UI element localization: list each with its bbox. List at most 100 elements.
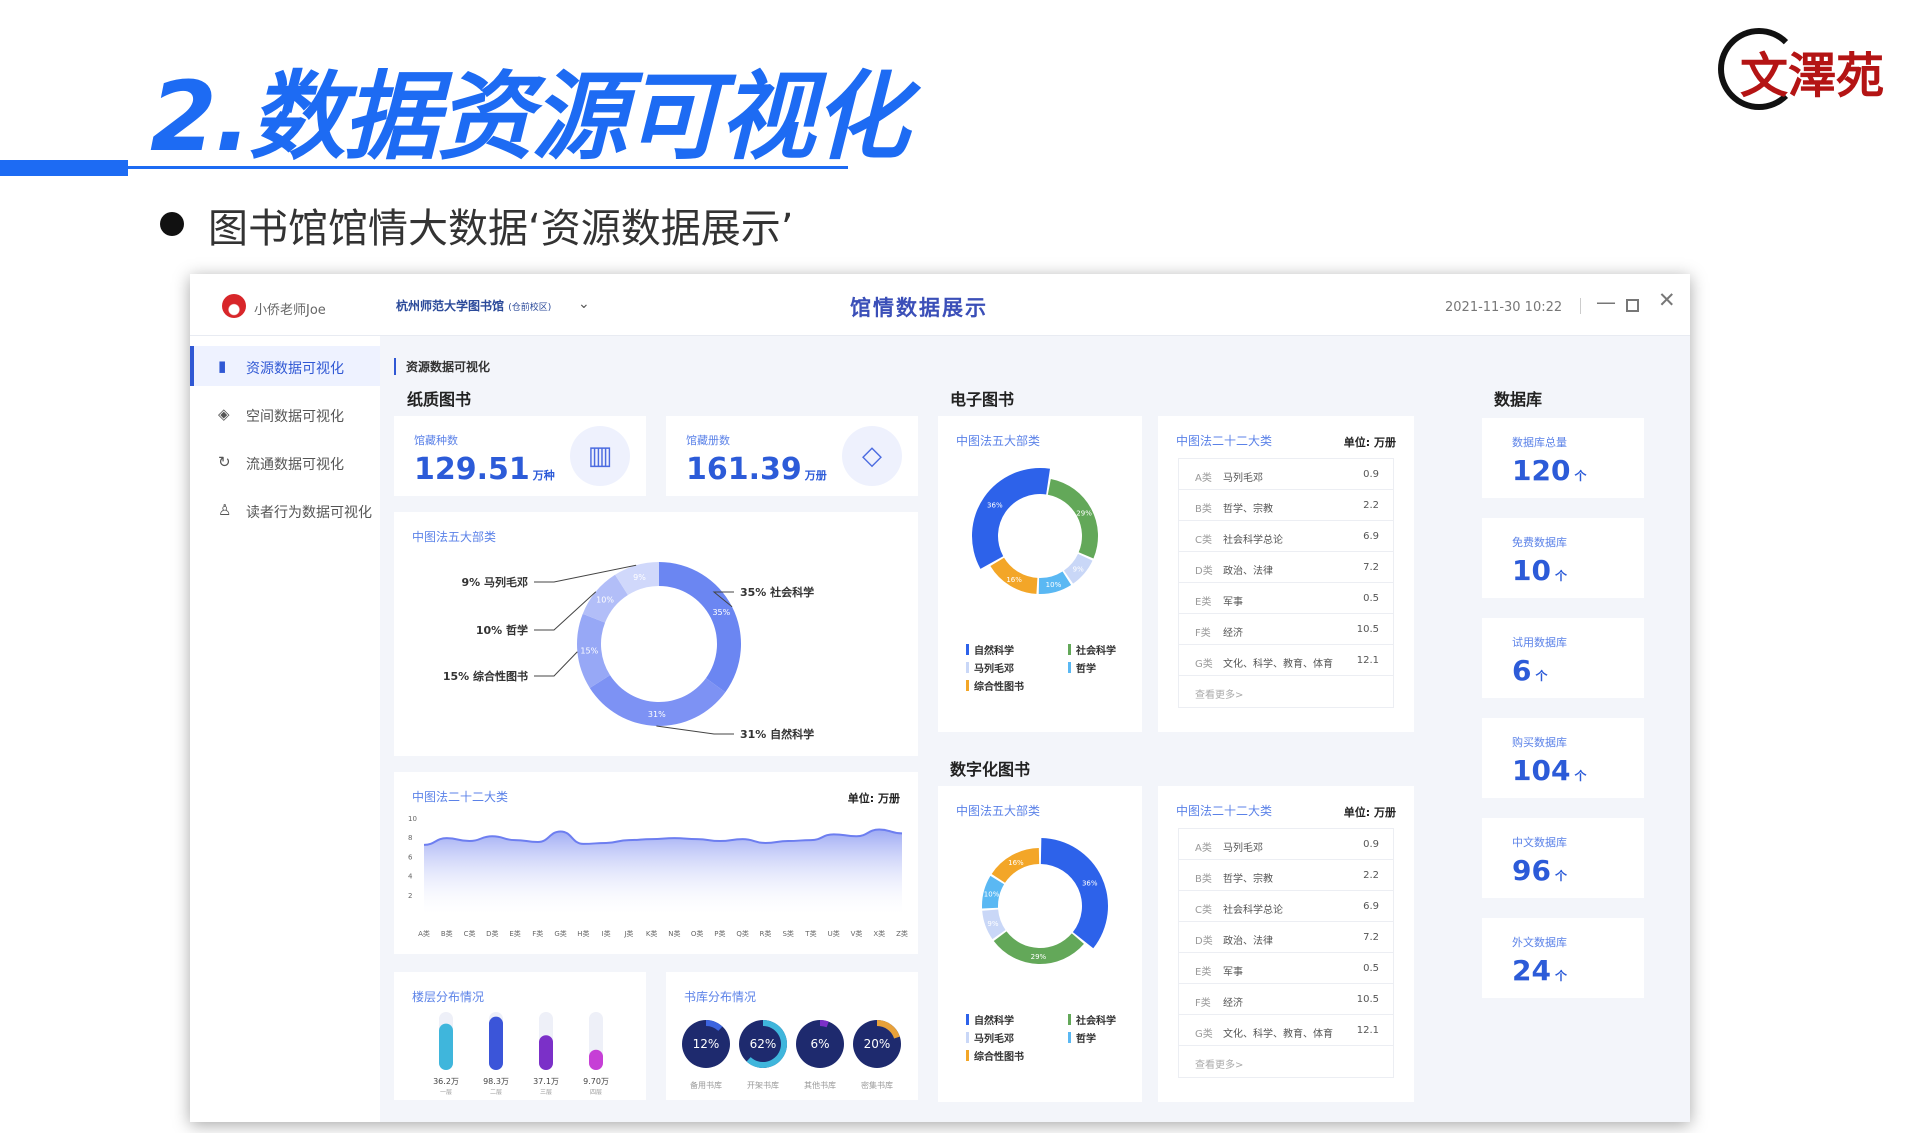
class-code: G类 bbox=[1195, 1029, 1213, 1040]
maximize-icon[interactable] bbox=[1626, 299, 1639, 312]
slice-label: 29% bbox=[1031, 953, 1047, 961]
stat-unit: 万册 bbox=[804, 469, 827, 482]
class-name: 哲学、宗教 bbox=[1223, 504, 1273, 515]
donut-slice[interactable] bbox=[972, 468, 1050, 569]
chevron-down-icon[interactable]: ⌄ bbox=[578, 296, 590, 312]
slice-label: 35% bbox=[712, 608, 730, 617]
floor-bar-chart: 36.2万一层 98.3万二层 37.1万三层 9.70万四层 bbox=[433, 1012, 609, 1096]
table-row: D类 政治、法律 7.2 bbox=[1179, 552, 1393, 583]
database-stat-number: 10 bbox=[1512, 554, 1551, 587]
title-underline bbox=[128, 166, 848, 169]
sidebar-item-label: 资源数据可视化 bbox=[246, 361, 344, 377]
section-title-database: 数据库 bbox=[1494, 390, 1543, 409]
legend-item: 马列毛邓 bbox=[966, 660, 1014, 675]
slice-label: 36% bbox=[1082, 880, 1098, 888]
view-more-link[interactable]: 查看更多> bbox=[1179, 1046, 1393, 1077]
database-stat-card[interactable]: 试用数据库 6个 bbox=[1482, 618, 1644, 698]
slice-callout: 10% 哲学 bbox=[476, 623, 528, 637]
donut-slice[interactable] bbox=[1047, 479, 1098, 559]
minimize-icon[interactable]: — bbox=[1596, 290, 1616, 314]
library-select[interactable]: 杭州师范大学图书馆 (仓前校区) bbox=[396, 297, 551, 314]
table-row: F类 经济 10.5 bbox=[1179, 984, 1393, 1015]
database-stat-card[interactable]: 购买数据库 104 个 bbox=[1482, 718, 1644, 798]
user-name[interactable]: 小侨老师Joe bbox=[254, 299, 326, 318]
sidebar-item-label: 空间数据可视化 bbox=[246, 409, 344, 425]
database-stat-value: 10 个 bbox=[1512, 554, 1567, 587]
database-stat-value: 104 个 bbox=[1512, 754, 1586, 787]
datetime: 2021-11-30 10:22 bbox=[1445, 300, 1563, 315]
app-window: 小侨老师Joe 杭州师范大学图书馆 (仓前校区) ⌄ 馆情数据展示 2021-1… bbox=[190, 274, 1690, 1122]
class-name: 军事 bbox=[1223, 597, 1243, 608]
floor-distribution-card: 楼层分布情况 36.2万 一层 98.3万 二层 37.1万 三层 9.70万 四层 bbox=[394, 972, 646, 1100]
donut-slice[interactable] bbox=[1040, 838, 1108, 949]
library-name: 杭州师范大学图书馆 bbox=[396, 299, 505, 313]
stat-value: 129.51 万种 bbox=[414, 452, 555, 487]
paper-donut-chart: 35% 31% 15% 10% 9% 35% 社会科学 31% 自然科学 15% 综合性图书 1… bbox=[443, 562, 814, 741]
x-tick-label: H类 bbox=[577, 929, 589, 938]
user-avatar[interactable] bbox=[222, 294, 246, 318]
database-stat-card[interactable]: 数据库总量 120 个 bbox=[1482, 418, 1644, 498]
legend-label: 哲学 bbox=[1076, 1034, 1096, 1045]
class-code: D类 bbox=[1195, 936, 1213, 947]
database-stat-card[interactable]: 免费数据库 10 个 bbox=[1482, 518, 1644, 598]
slice-label: 9% bbox=[987, 920, 998, 928]
stack-ring-pct: 20% bbox=[864, 1037, 891, 1051]
table-row: D类 政治、法律 7.2 bbox=[1179, 922, 1393, 953]
stack-ring-name: 备用书库 bbox=[690, 1080, 722, 1090]
refresh-icon: ↻ bbox=[218, 453, 231, 471]
class-value: 6.9 bbox=[1363, 531, 1379, 542]
sidebar-item-circulation[interactable]: ↻ 流通数据可视化 bbox=[190, 442, 380, 482]
legend-label: 综合性图书 bbox=[974, 1052, 1024, 1063]
database-stat-value: 6个 bbox=[1512, 654, 1548, 687]
class-table: A类 马列毛邓 0.9 B类 哲学、宗教 2.2 C类 社会科学总论 6.9 D类 政治、法律 7.2… bbox=[1178, 828, 1394, 1078]
stack-ring-name: 其他书库 bbox=[804, 1080, 836, 1090]
sidebar-item-resource[interactable]: ▮ 资源数据可视化 bbox=[190, 346, 380, 386]
class-code: D类 bbox=[1195, 566, 1213, 577]
slice-label: 36% bbox=[987, 502, 1003, 510]
legend-swatch bbox=[1068, 644, 1071, 655]
slice-callout: 31% 自然科学 bbox=[740, 727, 814, 741]
bullet-dot bbox=[160, 212, 184, 236]
database-stat-value: 96 个 bbox=[1512, 854, 1567, 887]
view-more-link[interactable]: 查看更多> bbox=[1179, 676, 1393, 707]
view-more-label: 查看更多> bbox=[1195, 1060, 1244, 1071]
top-bar: 小侨老师Joe 杭州师范大学图书馆 (仓前校区) ⌄ 馆情数据展示 2021-1… bbox=[190, 274, 1690, 336]
class-name: 社会科学总论 bbox=[1223, 905, 1283, 916]
close-icon[interactable]: ✕ bbox=[1658, 288, 1676, 312]
slice-label: 10% bbox=[596, 595, 614, 604]
database-stat-number: 96 bbox=[1512, 854, 1551, 887]
legend-label: 自然科学 bbox=[974, 1016, 1014, 1027]
sidebar-item-space[interactable]: ◈ 空间数据可视化 bbox=[190, 394, 380, 434]
stat-number: 161.39 bbox=[686, 452, 802, 487]
class-code: F类 bbox=[1195, 628, 1211, 639]
database-stat-number: 24 bbox=[1512, 954, 1551, 987]
class-name: 政治、法律 bbox=[1223, 566, 1273, 577]
stat-value: 161.39 万册 bbox=[686, 452, 827, 487]
class-value: 7.2 bbox=[1363, 932, 1379, 943]
ebook-five-classes-card: 中图法五大部类 36% 29% 9% 10% 16% 自然科学 马列毛邓 综合性图书 社… bbox=[938, 416, 1142, 732]
digital-donut-chart: 36% 29% 9% 10% 16% bbox=[982, 838, 1108, 964]
database-stat-unit: 个 bbox=[1574, 469, 1587, 483]
bar-chart-icon: ▥ bbox=[570, 426, 630, 486]
database-stat-number: 120 bbox=[1512, 454, 1571, 487]
class-code: E类 bbox=[1195, 597, 1212, 608]
floor-value: 37.1万 bbox=[533, 1077, 559, 1086]
database-stat-card[interactable]: 外文数据库 24 个 bbox=[1482, 918, 1644, 998]
x-tick-label: P类 bbox=[714, 929, 725, 938]
user-icon: ♙ bbox=[218, 501, 232, 519]
table-row: C类 社会科学总论 6.9 bbox=[1179, 891, 1393, 922]
database-stat-card[interactable]: 中文数据库 96 个 bbox=[1482, 818, 1644, 898]
logo-text: 文澤苑 bbox=[1740, 48, 1885, 104]
class-code: E类 bbox=[1195, 967, 1212, 978]
legend-label: 哲学 bbox=[1076, 664, 1096, 675]
sidebar-item-reader[interactable]: ♙ 读者行为数据可视化 bbox=[190, 490, 380, 530]
donut-slice[interactable] bbox=[659, 562, 741, 693]
digital-five-classes-card: 中图法五大部类 36% 29% 9% 10% 16% 自然科学 马列毛邓 综合性图书 社… bbox=[938, 786, 1142, 1102]
legend-item: 自然科学 bbox=[966, 642, 1014, 657]
cube-icon: ◈ bbox=[218, 405, 230, 423]
stack-ring-pct: 6% bbox=[810, 1037, 829, 1051]
divider bbox=[1580, 298, 1581, 314]
slice-label: 15% bbox=[580, 647, 598, 656]
view-more-label: 查看更多> bbox=[1195, 690, 1244, 701]
area-fill bbox=[424, 829, 902, 914]
